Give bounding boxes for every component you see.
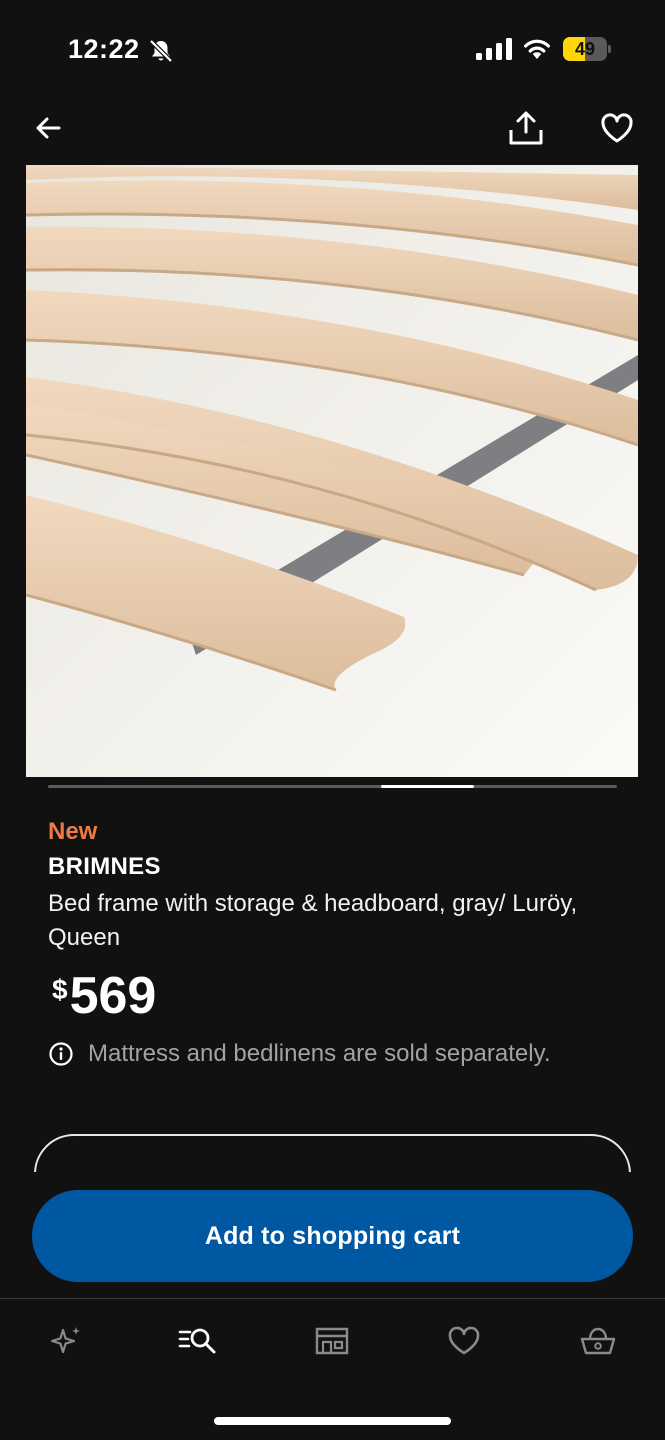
back-button[interactable] xyxy=(28,108,68,148)
arrow-left-icon xyxy=(36,117,61,139)
store-icon xyxy=(315,1327,349,1355)
tab-inspiration[interactable] xyxy=(46,1321,86,1361)
tab-favorites[interactable] xyxy=(444,1321,484,1361)
heart-icon xyxy=(601,113,633,143)
battery-icon: 49 xyxy=(563,37,611,61)
product-photo-slats xyxy=(26,165,638,777)
sparkle-icon xyxy=(50,1327,80,1354)
status-bar: 12:22 49 xyxy=(0,0,665,100)
battery-level: 49 xyxy=(574,39,596,59)
bell-off-icon xyxy=(149,39,173,63)
info-icon xyxy=(49,1042,73,1066)
carousel-position-thumb xyxy=(381,785,474,788)
basket-icon xyxy=(580,1327,616,1355)
new-badge: New xyxy=(48,818,98,845)
share-button[interactable] xyxy=(506,108,546,148)
product-image[interactable] xyxy=(26,165,638,777)
tab-cart[interactable] xyxy=(578,1321,618,1361)
heart-icon xyxy=(448,1326,480,1355)
add-to-cart-button[interactable]: Add to shopping cart xyxy=(32,1190,633,1282)
product-detail-screen: 12:22 49 New BRIMNES Bed frame with stor… xyxy=(0,0,665,1440)
notice-text: Mattress and bedlinens are sold separate… xyxy=(88,1040,551,1067)
wifi-icon xyxy=(524,39,550,59)
product-description: Bed frame with storage & headboard, gray… xyxy=(48,890,578,951)
price-amount: 569 xyxy=(69,967,157,1025)
tab-stores[interactable] xyxy=(312,1321,352,1361)
favorite-button[interactable] xyxy=(597,108,637,148)
product-name: BRIMNES xyxy=(48,853,161,880)
sold-separately-notice: Mattress and bedlinens are sold separate… xyxy=(48,1040,550,1068)
image-carousel-indicator xyxy=(48,785,617,788)
status-time: 12:22 xyxy=(68,34,140,64)
product-price: $ 569 xyxy=(52,966,156,1026)
share-icon xyxy=(509,111,543,145)
search-list-icon xyxy=(178,1328,216,1354)
add-to-cart-label: Add to shopping cart xyxy=(204,1221,461,1250)
tab-search[interactable] xyxy=(178,1321,218,1361)
home-indicator[interactable] xyxy=(214,1417,451,1425)
cellular-signal-icon xyxy=(476,38,512,60)
price-currency: $ xyxy=(52,974,68,1005)
